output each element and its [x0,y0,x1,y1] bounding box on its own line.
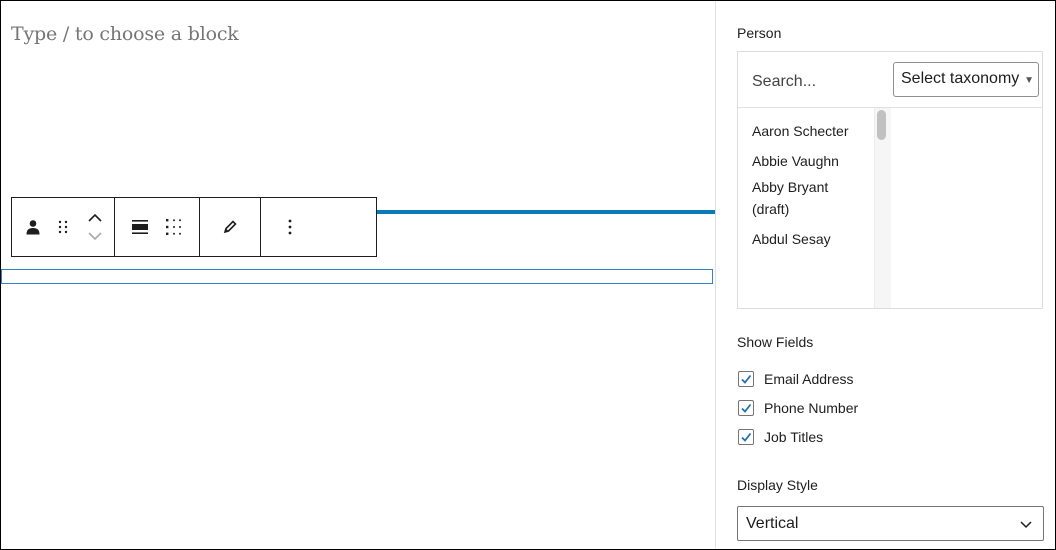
person-selector: Search... Select taxonomy ▼ Aaron Schect… [737,51,1043,309]
show-fields-label: Show Fields [737,334,814,350]
toolbar-group-block [12,198,115,256]
checkmark-icon [741,374,752,384]
display-style-select[interactable]: Vertical [737,506,1044,541]
toolbar-group-edit [200,198,261,256]
selected-block-outline[interactable] [1,269,713,284]
display-style-label: Display Style [737,477,818,493]
person-list[interactable]: Aaron Schecter Abbie Vaughn Abby Bryant … [738,108,891,308]
taxonomy-select[interactable]: Select taxonomy ▼ [893,62,1039,97]
checkmark-icon [741,403,752,413]
pencil-icon [223,220,237,234]
email-address-label: Email Address [764,371,854,387]
job-titles-label: Job Titles [764,429,824,445]
align-button[interactable] [123,198,157,256]
person-icon [26,220,40,235]
person-label: Person [737,25,782,41]
block-type-button[interactable] [16,198,50,256]
more-options-icon [288,219,292,235]
display-style-value: Vertical [746,515,799,532]
checkmark-icon [741,432,752,442]
align-icon [132,220,148,234]
phone-number-checkbox[interactable] [738,400,754,416]
move-up-down-button[interactable] [76,198,114,256]
block-insertion-line [377,210,715,214]
block-placeholder[interactable]: Type / to choose a block [11,23,239,45]
list-item[interactable]: Abby Bryant (draft) [738,176,866,220]
chevron-down-icon: ▼ [1024,75,1034,86]
more-options-button[interactable] [273,198,307,256]
job-titles-checkbox[interactable] [738,429,754,445]
taxonomy-select-value: Select taxonomy [901,70,1020,87]
phone-number-checkbox-row[interactable]: Phone Number [738,400,858,416]
block-toolbar [11,197,377,257]
settings-sidebar: Person Search... Select taxonomy ▼ Aaron… [715,1,1055,549]
move-up-down-icon [88,213,102,241]
drag-handle-button[interactable] [50,198,76,256]
email-address-checkbox-row[interactable]: Email Address [738,371,853,387]
list-item[interactable]: Abbie Vaughn [738,150,890,172]
edit-button[interactable] [213,198,247,256]
grid-layout-button[interactable] [157,198,191,256]
editor-canvas: Type / to choose a block [1,1,715,549]
toolbar-group-more [261,198,319,256]
drag-handle-icon [58,220,68,234]
job-titles-checkbox-row[interactable]: Job Titles [738,429,823,445]
chevron-down-icon [1020,521,1032,529]
editor-window: Type / to choose a block Person Search..… [0,0,1056,550]
list-scrollbar[interactable] [877,110,886,140]
grid-icon [166,219,181,235]
search-area: Search... Select taxonomy ▼ [738,52,1042,108]
email-address-checkbox[interactable] [738,371,754,387]
toolbar-group-align [115,198,200,256]
search-input[interactable]: Search... [752,73,816,91]
list-item[interactable]: Abdul Sesay [738,228,890,250]
list-item[interactable]: Aaron Schecter [738,120,866,142]
phone-number-label: Phone Number [764,400,859,416]
